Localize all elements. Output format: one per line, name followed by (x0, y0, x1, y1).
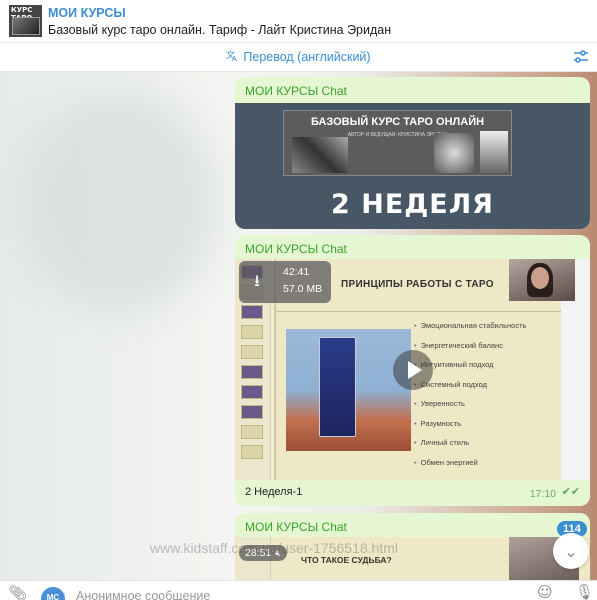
translate-button[interactable]: Перевод (английский) (243, 50, 370, 64)
tarot-cards-image (434, 133, 474, 173)
message-sender[interactable]: МОИ КУРСЫ Chat (235, 77, 590, 103)
chat-header[interactable]: КУРС ТАРО МОИ КУРСЫ Базовый курс таро он… (0, 0, 597, 42)
message-caption: 2 Неделя-1 (245, 486, 303, 498)
bullet-list: Эмоциональная стабильность Энергетически… (414, 321, 527, 478)
tarot-cards-image (292, 137, 348, 173)
svg-text:A: A (232, 55, 237, 62)
tarot-image (286, 329, 411, 451)
play-icon (408, 361, 422, 379)
slide-title: ПРИНЦИПЫ РАБОТЫ С ТАРО (341, 279, 494, 290)
emoji-icon[interactable]: ☺ (537, 583, 553, 600)
send-as-avatar[interactable]: MC (41, 587, 65, 600)
slide-title: ЧТО ТАКОЕ СУДЬБА? (301, 555, 392, 565)
watermark: www.kidstaff.com.ua/user-1756518.html (150, 540, 398, 556)
video-thumbnail[interactable]: ПРИНЦИПЫ РАБОТЫ С ТАРО Эмоциональная ста… (235, 259, 590, 480)
message-input[interactable]: Анонимное сообщение (76, 589, 210, 600)
tarot-card (319, 337, 356, 437)
play-button[interactable] (393, 350, 433, 390)
chevron-down-icon: ⌄ (564, 541, 578, 561)
bullet-item: Разумность (414, 419, 526, 439)
download-info[interactable]: ⭳ 42:41 57.0 MB (239, 261, 331, 303)
message-video[interactable]: МОИ КУРСЫ Chat ПРИНЦИПЫ РАБОТЫ С ТАРО • … (235, 235, 590, 506)
message-composer: 📎︎ MC Анонимное сообщение ☺ 🎙︎ (0, 580, 597, 600)
photo-thumbnail[interactable]: БАЗОВЫЙ КУРС ТАРО ОНЛАЙН АВТОР И ВЕДУЩАЯ… (235, 103, 590, 229)
tarot-cards-image (480, 131, 508, 173)
message-sender[interactable]: МОИ КУРСЫ Chat (235, 235, 590, 261)
read-check-icon: ✔✔ (561, 485, 580, 498)
channel-title[interactable]: МОИ КУРСЫ (48, 6, 391, 20)
download-icon[interactable]: ⭳ (246, 270, 268, 292)
avatar-image (12, 17, 40, 35)
channel-avatar[interactable]: КУРС ТАРО (6, 5, 42, 37)
video-size: 57.0 MB (283, 283, 323, 295)
message-sender[interactable]: МОИ КУРСЫ Chat (235, 513, 590, 539)
translate-bar: 文A Перевод (английский) (0, 42, 597, 72)
attach-icon[interactable]: 📎︎ (8, 584, 27, 600)
week-title: 2 НЕДЕЛЯ (331, 189, 494, 220)
bullet-item: Личный стиль (414, 438, 526, 458)
bullet-item: Обмен энергией (414, 458, 526, 478)
message-time: 17:10 (529, 488, 556, 500)
scroll-down-button[interactable]: ⌄ (553, 533, 589, 569)
bullet-item: Эмоциональная стабильность (414, 321, 527, 341)
translate-icon: 文A (226, 49, 239, 65)
video-duration: 42:41 (283, 266, 310, 278)
webcam-overlay (509, 259, 575, 301)
microphone-icon[interactable]: 🎙︎ (575, 583, 594, 600)
bullet-item: Системный подход (414, 380, 526, 400)
banner-title: БАЗОВЫЙ КУРС ТАРО ОНЛАЙН (310, 116, 485, 128)
filter-settings-icon[interactable] (573, 49, 589, 65)
topic-title: Базовый курс таро онлайн. Тариф - Лайт К… (48, 22, 392, 37)
message-photo[interactable]: МОИ КУРСЫ Chat БАЗОВЫЙ КУРС ТАРО ОНЛАЙН … (235, 77, 590, 229)
bullet-item: Энергетический баланс (414, 341, 526, 361)
bullet-item: Уверенность (414, 399, 526, 419)
chat-area[interactable]: МОИ КУРСЫ Chat БАЗОВЫЙ КУРС ТАРО ОНЛАЙН … (0, 72, 597, 580)
course-banner: БАЗОВЫЙ КУРС ТАРО ОНЛАЙН АВТОР И ВЕДУЩАЯ… (283, 110, 512, 176)
